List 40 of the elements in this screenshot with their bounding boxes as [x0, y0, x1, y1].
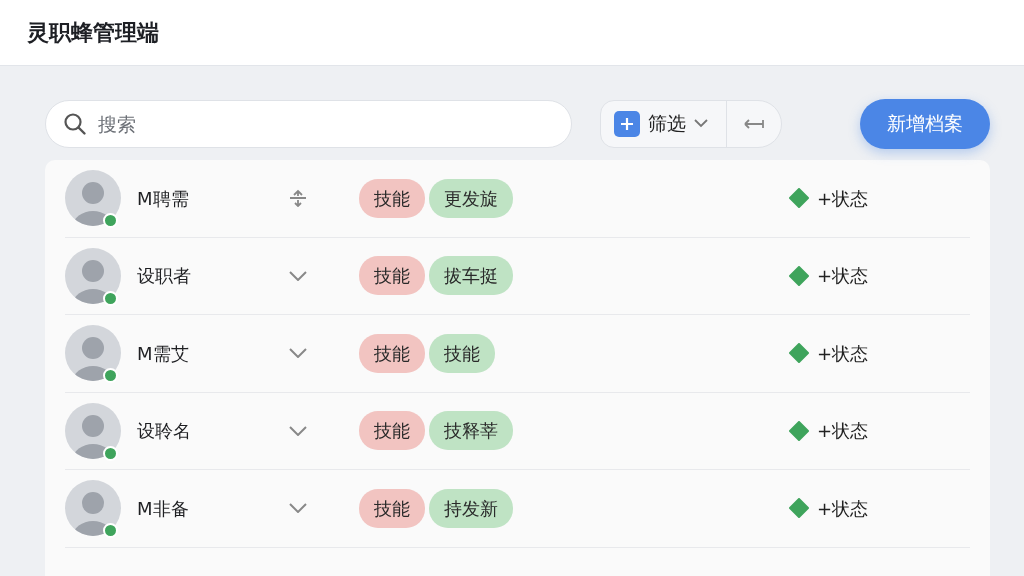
status-label[interactable]: +状态 — [817, 494, 869, 522]
person-name: 设职者 — [137, 264, 192, 289]
skill-tag: 技能 — [429, 333, 495, 373]
diamond-icon — [789, 343, 809, 364]
skill-tag: 技能 — [359, 178, 425, 218]
search-field[interactable]: 搜索 — [45, 99, 572, 148]
app-title: 灵职蜂管理端 — [27, 19, 159, 47]
double-arrow-icon — [743, 117, 765, 130]
person-name: M需艾 — [137, 341, 190, 366]
status-label[interactable]: +状态 — [817, 184, 869, 212]
caret-icon — [694, 119, 708, 128]
status-label[interactable]: +状态 — [817, 417, 869, 445]
chevron-down-icon[interactable] — [289, 425, 307, 436]
person-name: M聘需 — [137, 186, 190, 211]
skill-tag: 技释莘 — [429, 411, 513, 451]
plus-icon — [614, 110, 640, 137]
skill-tag: 持发新 — [429, 488, 513, 528]
person-name: 设聆名 — [137, 419, 192, 444]
skill-tag: 技能 — [359, 488, 425, 528]
sort-icon[interactable] — [289, 189, 307, 208]
avatar — [65, 325, 121, 382]
diamond-icon — [789, 265, 809, 286]
skill-tag: 技能 — [359, 333, 425, 373]
search-icon — [63, 111, 87, 136]
avatar — [65, 480, 121, 537]
add-profile-button[interactable]: 新增档案 — [860, 98, 990, 149]
skill-tag: 技能 — [359, 256, 425, 296]
skill-tag: 更发旋 — [429, 178, 513, 218]
skill-tag: 拔车挺 — [429, 256, 513, 296]
chevron-down-icon[interactable] — [289, 503, 307, 514]
diamond-icon — [789, 498, 809, 519]
status-label[interactable]: +状态 — [817, 339, 869, 367]
diamond-icon — [789, 188, 809, 209]
status-label[interactable]: +状态 — [817, 262, 869, 290]
chevron-down-icon[interactable] — [289, 348, 307, 359]
person-name: M非备 — [137, 496, 190, 521]
skill-tag: 技能 — [359, 411, 425, 451]
chevron-down-icon[interactable] — [289, 270, 307, 281]
diamond-icon — [789, 420, 809, 441]
avatar — [65, 170, 121, 227]
